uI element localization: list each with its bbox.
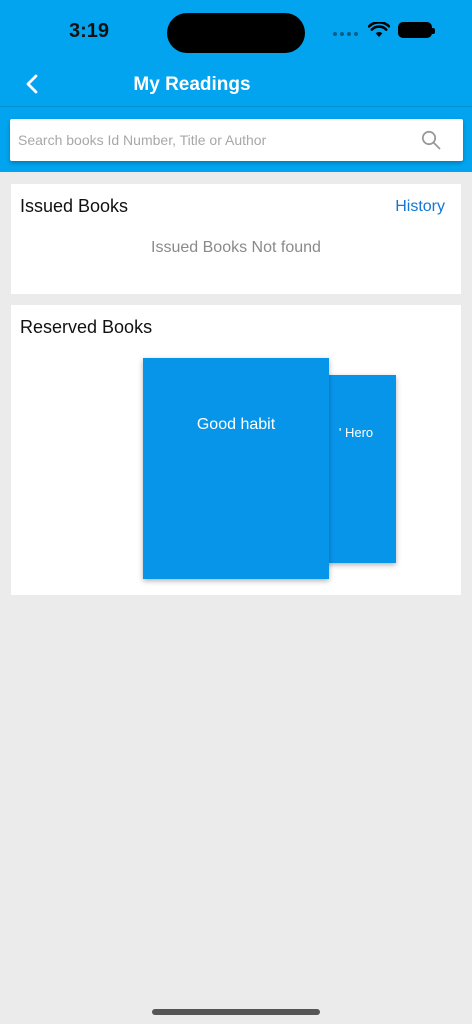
book-title: Good habit [196,416,276,433]
history-link[interactable]: History [395,198,445,216]
reserved-books-card: Reserved Books ' Hero Good habit [11,305,461,595]
cellular-signal-icon [333,32,358,36]
reserved-books-title: Reserved Books [20,317,153,337]
status-icons [333,22,435,38]
battery-icon [398,22,435,38]
dynamic-island [167,13,305,53]
search-icon[interactable] [421,130,441,150]
issued-books-empty-message: Issued Books Not found [151,239,321,256]
wifi-icon [368,22,390,37]
home-indicator[interactable] [152,1009,320,1015]
issued-books-title: Issued Books [20,196,129,216]
book-card[interactable]: Good habit [143,358,329,579]
search-input[interactable] [10,120,410,160]
search-bar[interactable] [10,119,463,161]
page-title: My Readings [133,74,251,95]
app-header: 3:19 My Readings [0,0,472,172]
header-divider [0,106,472,107]
issued-books-card: Issued Books History Issued Books Not fo… [11,184,461,294]
status-time: 3:19 [69,20,110,42]
